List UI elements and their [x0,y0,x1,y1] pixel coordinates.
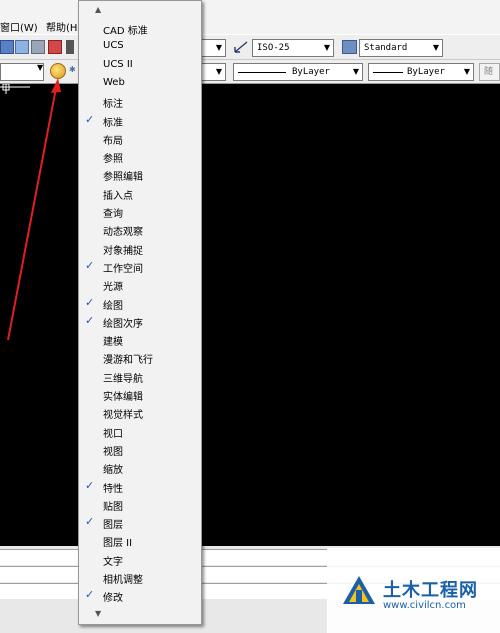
menu-item-label: 插入点 [103,190,133,202]
toolbar-context-menu: ▲ CAD 标准 UCS UCS II Web 标注 ✓ 标准布局参照参照编辑插入点查询动态… [78,0,202,625]
menu-item[interactable]: 实体编辑 [79,385,201,403]
plotstyle-combo[interactable]: 随 [479,63,500,81]
linetype-sample [238,72,286,73]
checkmark-icon: ✓ [85,588,95,602]
menu-item[interactable]: 查询 [79,202,201,220]
menu-item[interactable]: ✓ 修改 [79,586,201,604]
menu-item[interactable]: 视图 [79,440,201,458]
menu-item-label: 视口 [103,428,123,440]
checkmark-icon: ✓ [85,295,95,309]
menu-item-label: 对象捕捉 [103,245,143,257]
menu-item[interactable]: 三维导航 [79,367,201,385]
menu-item[interactable]: 标注 [79,92,201,110]
menu-item-label: 参照编辑 [103,172,143,184]
menu-item-label: 贴图 [103,501,123,513]
menu-item[interactable]: ✓ 标准 [79,111,201,129]
menu-item-label: 修改 [103,593,123,605]
dim-style-combo[interactable]: ISO-25 ▼ [252,39,334,57]
menu-item[interactable]: 建模 [79,330,201,348]
menu-item[interactable]: 插入点 [79,184,201,202]
menu-item-label: 缩放 [103,465,123,477]
menu-item-label: 查询 [103,209,123,220]
checkmark-icon: ✓ [85,112,95,126]
checkmark-icon: ✓ [85,258,95,272]
menu-item[interactable]: 图层 II [79,531,201,549]
menu-item-label: 图层 [103,520,123,532]
menu-item-label: 标准 [103,117,123,129]
watermark-logo-icon [343,576,375,604]
table-icon[interactable] [0,40,14,54]
menu-item[interactable]: 对象捕捉 [79,239,201,257]
watermark: 土木工程网 www.civilcn.com [327,548,500,633]
checkmark-icon: ✓ [85,478,95,492]
menu-item[interactable]: UCS [79,37,201,55]
menu-item[interactable]: 布局 [79,129,201,147]
menu-item-label: 相机调整 [103,575,143,586]
menu-item[interactable]: 视觉样式 [79,403,201,421]
watermark-url: www.civilcn.com [383,600,466,611]
menu-item-label: 标注 [103,99,123,111]
lineweight-combo[interactable]: ByLayer ▼ [368,63,474,81]
design-center-icon[interactable] [31,40,45,54]
color-combo-tail[interactable]: ▼ [200,63,226,81]
menu-item-label: 实体编辑 [103,392,143,403]
menu-item[interactable]: 动态观察 [79,220,201,238]
menu-item[interactable]: 光源 [79,275,201,293]
menu-item-label: 布局 [103,135,123,147]
menu-item[interactable]: 相机调整 [79,568,201,586]
text-style-combo-tail[interactable]: ▼ [200,39,226,57]
menu-item-label: UCS II [103,58,133,70]
tool-palette-icon[interactable] [48,40,62,54]
menu-help[interactable]: 帮助(H [46,19,77,34]
menu-item-label: 三维导航 [103,373,143,385]
menu-item[interactable]: CAD 标准 [79,19,201,37]
menu-window[interactable]: 窗口(W) [0,19,38,34]
menu-item-label: 光源 [103,282,123,294]
linetype-combo[interactable]: ByLayer ▼ [233,63,363,81]
menu-item[interactable]: 视口 [79,422,201,440]
menu-item-label: 图层 II [103,538,133,550]
menu-item[interactable]: Web [79,74,201,92]
menubar: 窗口(W) 帮助(H [0,0,500,34]
menu-item-label: CAD 标准 [103,26,148,37]
menu-item[interactable]: 参照编辑 [79,165,201,183]
menu-item-label: 视觉样式 [103,410,143,422]
checkmark-icon: ✓ [85,515,95,529]
menu-item-label: Web [103,76,125,88]
menu-item-label: 漫游和飞行 [103,355,153,367]
menu-item-label: 文字 [103,556,123,568]
menu-item[interactable]: 文字 [79,550,201,568]
menu-item[interactable]: 漫游和飞行 [79,348,201,366]
menu-item[interactable]: ✓ 工作空间 [79,257,201,275]
table-style-combo[interactable]: Standard ▼ [359,39,443,57]
checkmark-icon: ✓ [85,313,95,327]
menu-item-label: UCS [103,40,124,52]
menu-item-label: 工作空间 [103,263,143,275]
menu-item[interactable]: 参照 [79,147,201,165]
menu-item-label: 建模 [103,337,123,349]
menu-item-label: 特性 [103,483,123,495]
dim-style-icon[interactable] [233,40,249,54]
menu-item-label: 参照 [103,154,123,166]
annotation-arrow [7,78,61,341]
watermark-title: 土木工程网 [383,580,478,601]
menu-item[interactable]: ✓ 绘图 [79,294,201,312]
menu-item[interactable]: 贴图 [79,495,201,513]
menu-item[interactable]: 缩放 [79,458,201,476]
menu-item[interactable]: ✓ 绘图次序 [79,312,201,330]
scroll-down-arrow[interactable]: ▼ [95,609,101,618]
menu-item[interactable]: ✓ 图层 [79,513,201,531]
table-style-icon[interactable] [342,40,357,54]
scroll-up-arrow[interactable]: ▲ [95,5,101,14]
properties-icon[interactable] [15,40,29,54]
menu-item[interactable]: UCS II [79,56,201,74]
menu-item-label: 动态观察 [103,227,143,239]
menu-item-label: 视图 [103,446,123,458]
menu-item-label: 绘图 [103,300,123,312]
menu-item-label: 绘图次序 [103,318,143,330]
standard-toolbar: ▼ ISO-25 ▼ Standard ▼ [0,34,500,60]
menu-item[interactable]: ✓ 特性 [79,477,201,495]
sheet-set-icon[interactable] [66,40,74,54]
lineweight-sample [373,72,403,73]
